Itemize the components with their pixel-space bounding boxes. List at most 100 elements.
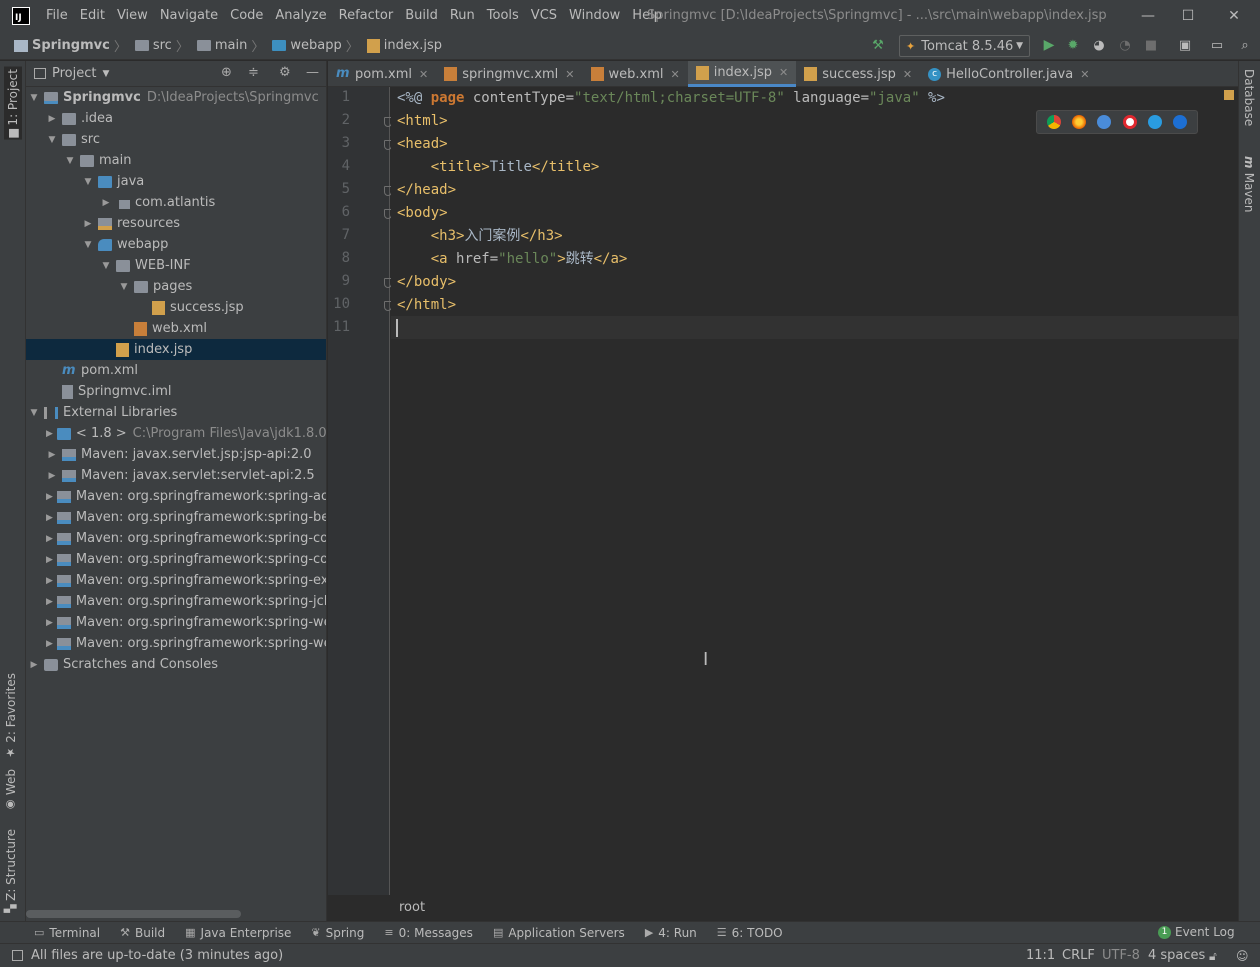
editor-tab[interactable]: index.jsp ✕ [687, 61, 797, 87]
tab-maven[interactable]: m Maven [1242, 156, 1256, 212]
tree-node[interactable]: ▶ Maven: javax.servlet:servlet-api:2.5 [26, 465, 326, 486]
tool-app-servers[interactable]: ▤ Application Servers [493, 926, 625, 940]
tree-node[interactable]: ▼ Springmvc D:\IdeaProjects\Springmvc [26, 87, 326, 108]
expanded-arrow-icon[interactable]: ▼ [28, 408, 40, 418]
profile-icon[interactable]: ◔ [1116, 36, 1134, 54]
collapsed-arrow-icon[interactable]: ▶ [46, 555, 53, 565]
edge-icon[interactable] [1173, 115, 1188, 129]
expanded-arrow-icon[interactable]: ▼ [28, 93, 40, 103]
firefox-icon[interactable] [1071, 115, 1086, 129]
tree-node[interactable]: ▶ com.atlantis [26, 192, 326, 213]
close-tab-icon[interactable]: ✕ [565, 68, 574, 81]
tab-structure[interactable]: ▚ Z: Structure [4, 829, 18, 913]
tree-node[interactable]: index.jsp [26, 339, 326, 360]
breadcrumb-webapp[interactable]: webapp 〉 [272, 36, 362, 55]
collapsed-arrow-icon[interactable]: ▶ [46, 597, 53, 607]
project-view-title[interactable]: Project [52, 66, 96, 81]
editor-breadcrumb[interactable]: root [399, 900, 425, 915]
tool-todo[interactable]: ☰ 6: TODO [717, 926, 783, 940]
close-tab-icon[interactable]: ✕ [670, 68, 679, 81]
internet-explorer-icon[interactable] [1147, 115, 1162, 129]
collapsed-arrow-icon[interactable]: ▶ [28, 660, 40, 670]
breadcrumb-main[interactable]: main 〉 [196, 36, 269, 55]
breadcrumb-project[interactable]: Springmvc 〉 [14, 36, 131, 55]
expanded-arrow-icon[interactable]: ▼ [82, 240, 94, 250]
tree-node[interactable]: ▼ java [26, 171, 326, 192]
menu-file[interactable]: File [40, 0, 74, 32]
collapsed-arrow-icon[interactable]: ▶ [46, 114, 58, 124]
expanded-arrow-icon[interactable]: ▼ [64, 156, 76, 166]
tool-build[interactable]: ⚒ Build [120, 926, 165, 940]
collapsed-arrow-icon[interactable]: ▶ [100, 198, 112, 208]
editor-tab[interactable]: springmvc.xml ✕ [436, 61, 582, 87]
tree-node[interactable]: ▼ External Libraries [26, 402, 326, 423]
tree-node[interactable]: Springmvc.iml [26, 381, 326, 402]
notification-icon[interactable]: ☺ [1236, 944, 1249, 967]
collapse-all-icon[interactable]: ≑ [248, 65, 259, 80]
tree-node[interactable]: success.jsp [26, 297, 326, 318]
build-hammer-icon[interactable]: ⚒ [869, 36, 887, 54]
inspection-status-icon[interactable] [1224, 90, 1234, 100]
tool-messages[interactable]: ≡ 0: Messages [384, 926, 473, 940]
opera-icon[interactable] [1122, 115, 1137, 129]
tab-project[interactable]: ▆ 1: Project [4, 67, 22, 140]
tab-web[interactable]: ◉ Web [4, 769, 18, 812]
breadcrumb-src[interactable]: src 〉 [134, 36, 193, 55]
menu-vcs[interactable]: VCS [525, 0, 563, 32]
tool-run[interactable]: ▶ 4: Run [645, 926, 697, 940]
tree-node[interactable]: m pom.xml [26, 360, 326, 381]
collapsed-arrow-icon[interactable]: ▶ [46, 450, 58, 460]
editor-tab[interactable]: web.xml ✕ [583, 61, 688, 87]
run-configuration-select[interactable]: ✦ Tomcat 8.5.46 ▼ [899, 35, 1030, 57]
menu-window[interactable]: Window [563, 0, 626, 32]
tree-node[interactable]: ▼ pages [26, 276, 326, 297]
tab-database[interactable]: Database [1242, 69, 1256, 126]
gear-icon[interactable]: ⚙ [279, 65, 291, 80]
coverage-icon[interactable]: ◕ [1090, 36, 1108, 54]
line-separator[interactable]: CRLF [1062, 944, 1095, 967]
tree-node[interactable]: ▼ WEB-INF [26, 255, 326, 276]
tree-node[interactable]: ▶ < 1.8 > C:\Program Files\Java\jdk1.8.0_9… [26, 423, 326, 444]
collapsed-arrow-icon[interactable]: ▶ [46, 639, 53, 649]
editor-tab[interactable]: success.jsp ✕ [796, 61, 920, 87]
collapsed-arrow-icon[interactable]: ▶ [46, 618, 53, 628]
run-icon[interactable]: ▶ [1040, 36, 1058, 54]
stop-icon[interactable]: ■ [1142, 36, 1160, 54]
expanded-arrow-icon[interactable]: ▼ [46, 135, 58, 145]
tool-java-enterprise[interactable]: ▦ Java Enterprise [185, 926, 291, 940]
tree-node[interactable]: ▼ main [26, 150, 326, 171]
close-tab-icon[interactable]: ✕ [779, 66, 788, 79]
menu-refactor[interactable]: Refactor [333, 0, 400, 32]
tree-node[interactable]: ▶ Maven: org.springframework:spring-core: [26, 549, 326, 570]
menu-code[interactable]: Code [224, 0, 269, 32]
menu-build[interactable]: Build [399, 0, 444, 32]
project-structure-icon[interactable]: ▣ [1176, 36, 1194, 54]
hide-icon[interactable]: — [306, 65, 319, 80]
lock-icon[interactable]: 🔓︎ [1209, 944, 1217, 967]
tree-node[interactable]: ▶ Maven: org.springframework:spring-jcl:5… [26, 591, 326, 612]
chevron-down-icon[interactable]: ▼ [102, 69, 109, 79]
tree-node[interactable]: ▶ resources [26, 213, 326, 234]
tree-node[interactable]: ▶ Maven: org.springframework:spring-webr [26, 633, 326, 654]
editor-tab[interactable]: m pom.xml ✕ [328, 61, 436, 87]
safari-icon[interactable] [1097, 115, 1112, 129]
menu-analyze[interactable]: Analyze [269, 0, 332, 32]
tab-favorites[interactable]: ★ 2: Favorites [4, 673, 18, 759]
tree-node[interactable]: ▶ Maven: org.springframework:spring-bean [26, 507, 326, 528]
locate-icon[interactable]: ⊕ [221, 65, 232, 80]
collapsed-arrow-icon[interactable]: ▶ [46, 534, 53, 544]
expanded-arrow-icon[interactable]: ▼ [100, 261, 112, 271]
close-tab-icon[interactable]: ✕ [903, 68, 912, 81]
tree-node[interactable]: ▶ Maven: javax.servlet.jsp:jsp-api:2.0 [26, 444, 326, 465]
chrome-icon[interactable] [1046, 115, 1061, 129]
tree-node[interactable]: ▶ .idea [26, 108, 326, 129]
expanded-arrow-icon[interactable]: ▼ [82, 177, 94, 187]
search-icon[interactable]: ⌕ [1236, 36, 1254, 54]
tree-node[interactable]: ▶ Scratches and Consoles [26, 654, 326, 675]
close-window-button[interactable]: ✕ [1212, 0, 1256, 32]
editor-tab[interactable]: c HelloController.java ✕ [920, 61, 1097, 87]
tool-terminal[interactable]: ▭ Terminal [34, 926, 100, 940]
menu-tools[interactable]: Tools [481, 0, 525, 32]
tool-windows-toggle-icon[interactable] [12, 950, 23, 961]
maximize-button[interactable]: ☐ [1166, 0, 1210, 32]
